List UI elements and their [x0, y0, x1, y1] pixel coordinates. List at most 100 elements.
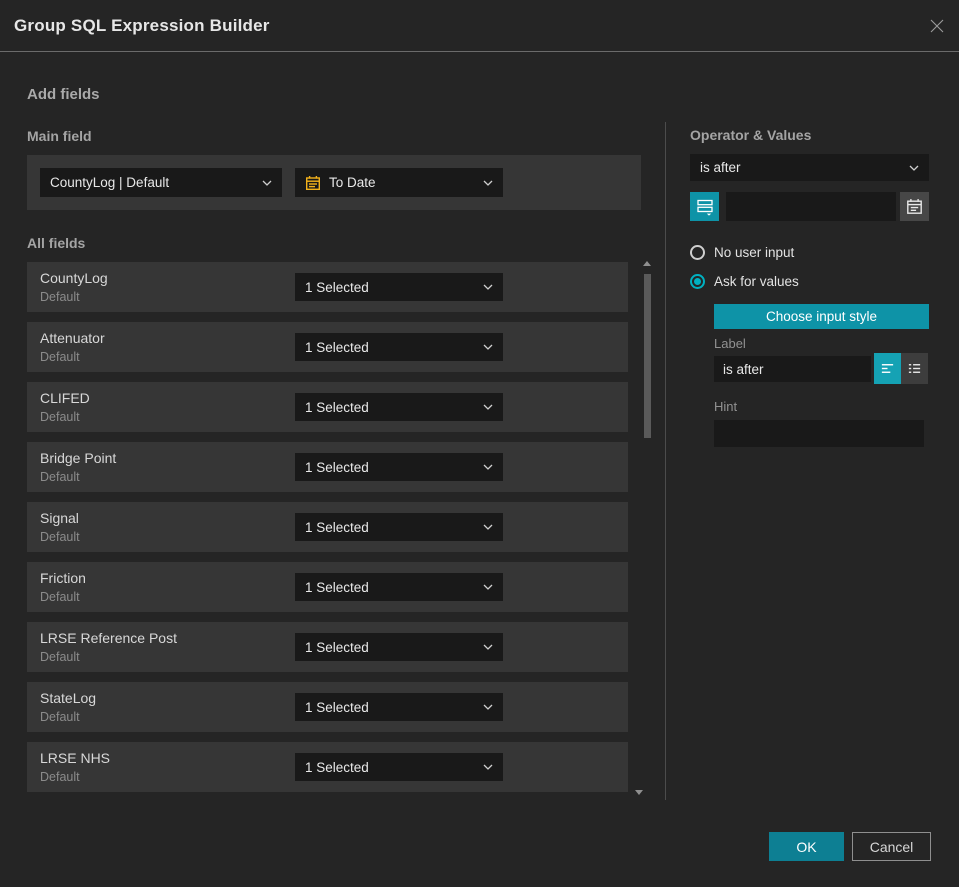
all-fields-list: CountyLog Default 1 Selected Attenuator …: [27, 262, 628, 802]
label-input[interactable]: [714, 356, 871, 382]
field-values-dropdown[interactable]: 1 Selected: [295, 273, 503, 301]
main-field-label: Main field: [27, 128, 92, 144]
hint-field-label: Hint: [714, 399, 738, 414]
chevron-down-icon: [483, 644, 493, 650]
scrollbar-thumb[interactable]: [644, 274, 651, 438]
dialog-title: Group SQL Expression Builder: [14, 16, 270, 35]
main-field-dropdown-value: CountyLog | Default: [50, 175, 170, 190]
all-fields-label: All fields: [27, 235, 86, 251]
chevron-down-icon: [483, 584, 493, 590]
field-subtitle: Default: [40, 590, 80, 604]
chevron-down-icon: [483, 764, 493, 770]
operator-dropdown-value: is after: [700, 160, 741, 175]
field-row: Signal Default 1 Selected: [27, 502, 628, 552]
value-input[interactable]: [726, 192, 896, 221]
field-row: CLIFED Default 1 Selected: [27, 382, 628, 432]
field-row: Attenuator Default 1 Selected: [27, 322, 628, 372]
dropdown-value: 1 Selected: [305, 399, 369, 415]
add-fields-heading: Add fields: [27, 86, 100, 103]
field-values-dropdown[interactable]: 1 Selected: [295, 573, 503, 601]
dropdown-value: 1 Selected: [305, 699, 369, 715]
choose-input-style-button[interactable]: Choose input style: [714, 304, 929, 329]
dropdown-value: 1 Selected: [305, 339, 369, 355]
main-field-box: CountyLog | Default To Date: [27, 155, 641, 210]
panel-divider: [665, 122, 666, 800]
main-date-dropdown-value: To Date: [329, 175, 376, 190]
field-name: CountyLog: [40, 270, 108, 286]
field-values-dropdown[interactable]: 1 Selected: [295, 633, 503, 661]
field-name: Attenuator: [40, 330, 105, 346]
radio-ask-for-values[interactable]: Ask for values: [690, 274, 799, 289]
rows-caret-icon: [696, 199, 713, 216]
field-subtitle: Default: [40, 530, 80, 544]
calendar-icon: [305, 175, 321, 191]
dropdown-value: 1 Selected: [305, 519, 369, 535]
field-name: Signal: [40, 510, 79, 526]
chevron-down-icon: [483, 344, 493, 350]
field-subtitle: Default: [40, 410, 80, 424]
field-values-dropdown[interactable]: 1 Selected: [295, 453, 503, 481]
field-values-dropdown[interactable]: 1 Selected: [295, 333, 503, 361]
field-values-dropdown[interactable]: 1 Selected: [295, 393, 503, 421]
field-subtitle: Default: [40, 650, 80, 664]
label-align-left-button[interactable]: [874, 353, 901, 384]
field-row: LRSE NHS Default 1 Selected: [27, 742, 628, 792]
main-date-dropdown[interactable]: To Date: [295, 168, 503, 197]
label-list-button[interactable]: [901, 353, 928, 384]
dropdown-value: 1 Selected: [305, 459, 369, 475]
field-subtitle: Default: [40, 770, 80, 784]
align-left-icon: [881, 364, 894, 373]
field-row: CountyLog Default 1 Selected: [27, 262, 628, 312]
chevron-down-icon: [483, 180, 493, 186]
chevron-down-icon: [262, 180, 272, 186]
chevron-down-icon: [483, 524, 493, 530]
list-icon: [908, 364, 921, 373]
chevron-down-icon: [483, 704, 493, 710]
scrollbar-down-arrow-icon[interactable]: [635, 790, 643, 795]
operator-dropdown[interactable]: is after: [690, 154, 929, 181]
radio-label: No user input: [714, 245, 795, 260]
field-values-dropdown[interactable]: 1 Selected: [295, 693, 503, 721]
field-name: Bridge Point: [40, 450, 117, 466]
field-subtitle: Default: [40, 470, 80, 484]
field-name: StateLog: [40, 690, 97, 706]
close-icon: [930, 19, 944, 33]
group-sql-expression-builder-dialog: Group SQL Expression Builder Add fields …: [0, 0, 959, 887]
chevron-down-icon: [483, 284, 493, 290]
field-values-dropdown[interactable]: 1 Selected: [295, 753, 503, 781]
cancel-button[interactable]: Cancel: [852, 832, 931, 861]
radio-no-user-input[interactable]: No user input: [690, 245, 794, 260]
value-list-button[interactable]: [690, 192, 719, 221]
radio-label: Ask for values: [714, 274, 799, 289]
dropdown-value: 1 Selected: [305, 639, 369, 655]
field-name: Friction: [40, 570, 86, 586]
field-subtitle: Default: [40, 350, 80, 364]
main-field-dropdown[interactable]: CountyLog | Default: [40, 168, 282, 197]
date-picker-button[interactable]: [900, 192, 929, 221]
dropdown-value: 1 Selected: [305, 579, 369, 595]
field-name: LRSE NHS: [40, 750, 111, 766]
field-values-dropdown[interactable]: 1 Selected: [295, 513, 503, 541]
label-field-label: Label: [714, 336, 746, 351]
field-row: StateLog Default 1 Selected: [27, 682, 628, 732]
operator-values-heading: Operator & Values: [690, 127, 812, 143]
close-button[interactable]: [928, 17, 946, 35]
scrollbar-up-arrow-icon[interactable]: [643, 261, 651, 266]
calendar-icon: [907, 199, 922, 214]
dropdown-value: 1 Selected: [305, 759, 369, 775]
radio-unselected-icon: [690, 245, 705, 260]
radio-selected-icon: [690, 274, 705, 289]
field-row: Bridge Point Default 1 Selected: [27, 442, 628, 492]
chevron-down-icon: [483, 464, 493, 470]
chevron-down-icon: [483, 404, 493, 410]
dialog-titlebar: Group SQL Expression Builder: [0, 0, 959, 52]
ok-button[interactable]: OK: [769, 832, 844, 861]
field-name: CLIFED: [40, 390, 90, 406]
field-name: LRSE Reference Post: [40, 630, 177, 646]
hint-input[interactable]: [714, 420, 924, 447]
field-subtitle: Default: [40, 710, 80, 724]
field-row: Friction Default 1 Selected: [27, 562, 628, 612]
chevron-down-icon: [909, 165, 919, 171]
field-row: LRSE Reference Post Default 1 Selected: [27, 622, 628, 672]
field-subtitle: Default: [40, 290, 80, 304]
